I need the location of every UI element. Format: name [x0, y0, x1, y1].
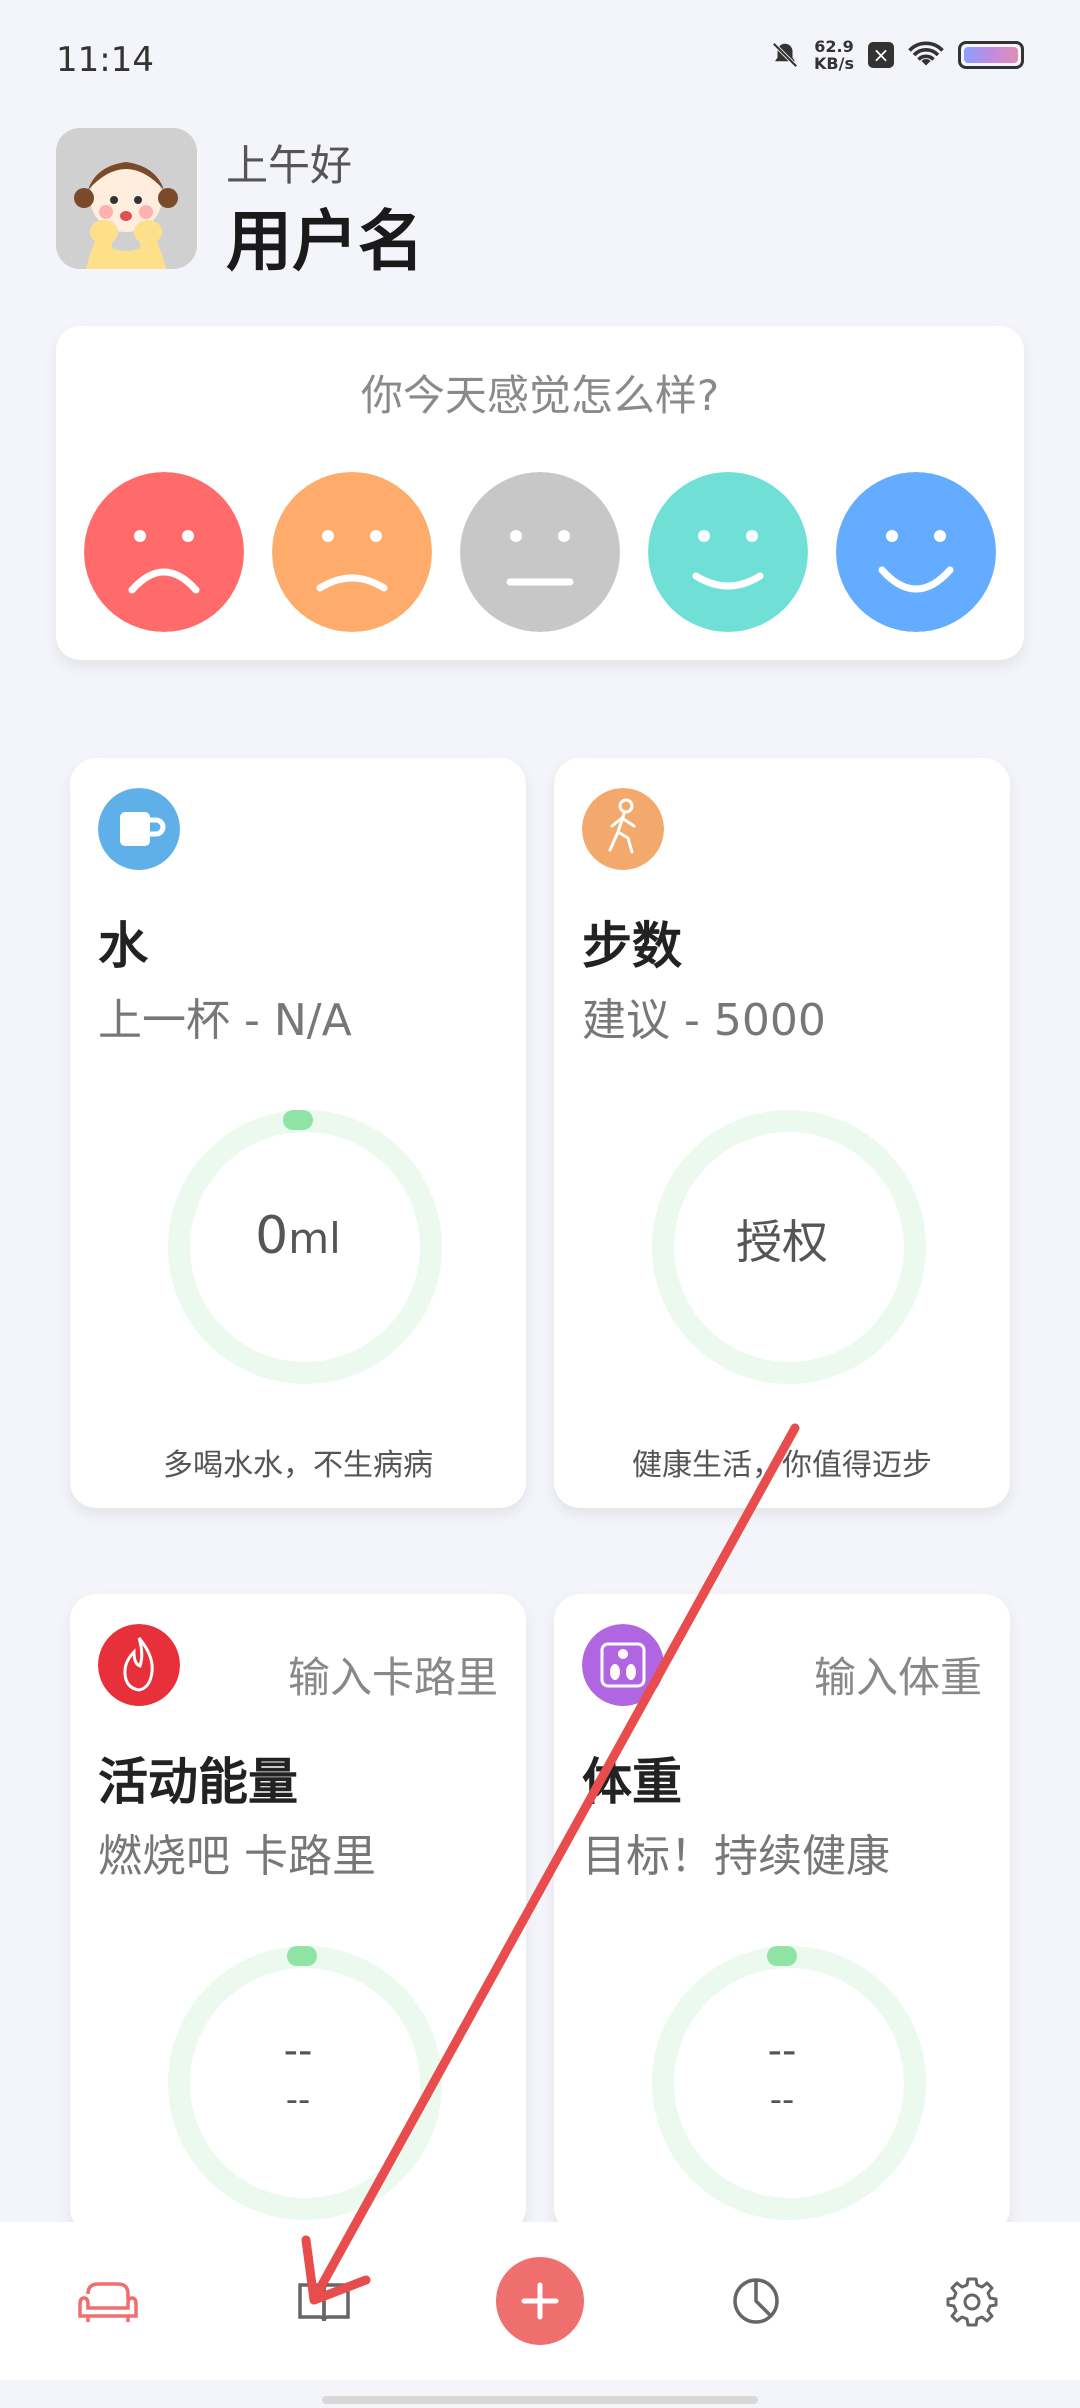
- input-weight-button[interactable]: 输入体重: [814, 1644, 982, 1705]
- home-indicator: [322, 2396, 758, 2404]
- wifi-icon: [908, 41, 944, 66]
- scale-icon: [582, 1624, 664, 1706]
- input-calories-button[interactable]: 输入卡路里: [288, 1644, 498, 1705]
- sofa-icon: [78, 2282, 138, 2322]
- authorize-button[interactable]: 授权: [645, 1206, 919, 1272]
- nav-journal[interactable]: [269, 2246, 379, 2356]
- weight-subtitle: 目标！持续健康: [582, 1831, 890, 1882]
- neutral-face-icon[interactable]: [460, 472, 620, 632]
- water-footer: 多喝水水，不生病病: [163, 1448, 433, 1483]
- status-time: 11:14: [56, 40, 154, 80]
- happy-face-icon[interactable]: [648, 472, 808, 632]
- energy-value-top: --: [283, 2028, 313, 2074]
- very-sad-face-icon[interactable]: [84, 472, 244, 632]
- water-ring-marker: [283, 1110, 313, 1130]
- water-subtitle: 上一杯 - N/A: [98, 995, 352, 1046]
- flame-icon: [98, 1624, 180, 1706]
- net-speed: 62.9 KB/s: [814, 37, 854, 73]
- bottom-nav: [0, 2222, 1080, 2380]
- energy-value-bottom: --: [285, 2080, 311, 2120]
- steps-footer: 健康生活，你值得迈步: [632, 1448, 932, 1483]
- add-button[interactable]: [496, 2257, 584, 2345]
- steps-title: 步数: [582, 917, 682, 975]
- status-icons: 62.9 KB/s ×: [770, 38, 1024, 72]
- steps-subtitle: 建议 - 5000: [582, 995, 826, 1046]
- greeting: 上午好: [226, 141, 353, 190]
- close-box-icon: ×: [868, 42, 894, 68]
- sad-face-icon[interactable]: [272, 472, 432, 632]
- mute-bell-icon: [772, 42, 798, 68]
- avatar[interactable]: [56, 128, 197, 269]
- pie-chart-icon: [733, 2278, 779, 2324]
- nav-home[interactable]: [53, 2246, 163, 2356]
- energy-card[interactable]: 输入卡路里 活动能量 燃烧吧 卡路里 -- --: [70, 1594, 526, 2234]
- weight-value-top: --: [767, 2028, 797, 2074]
- weight-value-bottom: --: [769, 2080, 795, 2120]
- walking-icon: [582, 788, 664, 870]
- weight-card[interactable]: 输入体重 体重 目标！持续健康 -- --: [554, 1594, 1010, 2234]
- nav-stats[interactable]: [701, 2246, 811, 2356]
- energy-ring-marker: [287, 1946, 317, 1966]
- weight-ring-marker: [767, 1946, 797, 1966]
- energy-title: 活动能量: [98, 1753, 298, 1811]
- nav-settings[interactable]: [917, 2246, 1027, 2356]
- weight-title: 体重: [582, 1753, 682, 1811]
- cup-icon: [98, 788, 180, 870]
- add-icon: [521, 2282, 559, 2320]
- battery-icon: [958, 41, 1024, 69]
- nav-add[interactable]: [485, 2246, 595, 2356]
- username: 用户名: [226, 203, 424, 280]
- water-title: 水: [98, 917, 148, 975]
- mood-card: 你今天感觉怎么样?: [56, 326, 1024, 660]
- mood-title: 你今天感觉怎么样?: [360, 371, 720, 420]
- water-card[interactable]: 水 上一杯 - N/A 0ml 多喝水水，不生病病: [70, 758, 526, 1508]
- gear-icon: [946, 2277, 998, 2327]
- book-icon: [298, 2283, 350, 2322]
- steps-card[interactable]: 步数 建议 - 5000 授权 健康生活，你值得迈步: [554, 758, 1010, 1508]
- water-value: 0ml: [255, 1206, 341, 1266]
- very-happy-face-icon[interactable]: [836, 472, 996, 632]
- energy-subtitle: 燃烧吧 卡路里: [98, 1831, 376, 1882]
